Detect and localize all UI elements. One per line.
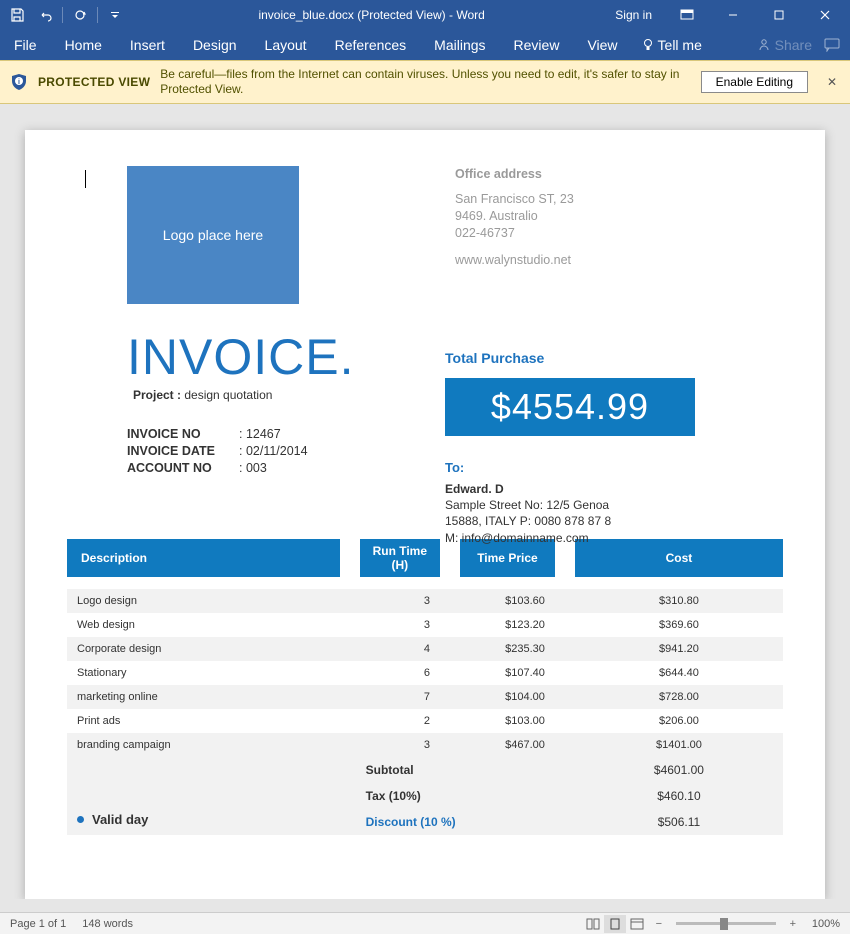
total-row: Tax (10%)$460.10 xyxy=(67,783,783,809)
window-title: invoice_blue.docx (Protected View) - Wor… xyxy=(128,8,615,22)
protected-view-title: PROTECTED VIEW xyxy=(38,75,150,89)
quick-access-toolbar xyxy=(0,4,128,26)
tab-references[interactable]: References xyxy=(321,30,421,60)
page-count[interactable]: Page 1 of 1 xyxy=(10,918,66,930)
word-count[interactable]: 148 words xyxy=(82,918,133,930)
col-description: Description xyxy=(67,539,340,577)
col-runtime: Run Time (H) xyxy=(360,539,440,577)
bullet-icon xyxy=(77,816,84,823)
svg-text:i: i xyxy=(18,79,20,86)
close-button[interactable] xyxy=(804,0,846,30)
close-bar-icon[interactable]: ✕ xyxy=(824,75,840,89)
line-items-table: Description Run Time (H) Time Price Cost… xyxy=(67,539,783,835)
tell-me[interactable]: Tell me xyxy=(642,37,702,53)
total-row: Discount (10 %)$506.11 xyxy=(67,809,783,835)
valid-day: Valid day xyxy=(77,812,148,827)
total-purchase-value: $4554.99 xyxy=(445,378,695,436)
protected-view-message: Be careful—files from the Internet can c… xyxy=(160,67,690,97)
zoom-out-button[interactable]: − xyxy=(648,915,670,933)
zoom-level[interactable]: 100% xyxy=(812,918,840,930)
comments-icon[interactable] xyxy=(824,38,840,52)
protected-view-bar: i PROTECTED VIEW Be careful—files from t… xyxy=(0,60,850,104)
ribbon-display-options-icon[interactable] xyxy=(666,0,708,30)
tab-review[interactable]: Review xyxy=(500,30,574,60)
table-row: Logo design3$103.60$310.80 xyxy=(67,589,783,613)
page: Logo place here Office address San Franc… xyxy=(25,130,825,899)
tab-mailings[interactable]: Mailings xyxy=(420,30,499,60)
save-icon[interactable] xyxy=(4,4,30,26)
line-items-table-wrap: Description Run Time (H) Time Price Cost… xyxy=(67,539,783,835)
table-row: Corporate design4$235.30$941.20 xyxy=(67,637,783,661)
status-bar: Page 1 of 1 148 words − + 100% xyxy=(0,912,850,934)
office-address: Office address San Francisco ST, 23 9469… xyxy=(455,166,574,304)
enable-editing-button[interactable]: Enable Editing xyxy=(701,71,808,93)
logo-placeholder: Logo place here xyxy=(127,166,299,304)
tab-file[interactable]: File xyxy=(0,30,51,60)
bulb-icon xyxy=(642,38,654,52)
signin-link[interactable]: Sign in xyxy=(615,8,652,22)
zoom-in-button[interactable]: + xyxy=(782,915,804,933)
table-row: branding campaign3$467.00$1401.00 xyxy=(67,733,783,757)
recipient-block: To: Edward. D Sample Street No: 12/5 Gen… xyxy=(445,460,775,546)
total-purchase-block: Total Purchase $4554.99 xyxy=(445,350,755,436)
redo-icon[interactable] xyxy=(67,4,93,26)
zoom-slider[interactable] xyxy=(676,922,776,925)
text-cursor xyxy=(85,170,86,188)
tab-insert[interactable]: Insert xyxy=(116,30,179,60)
print-layout-icon[interactable] xyxy=(604,915,626,933)
undo-icon[interactable] xyxy=(32,4,58,26)
web-layout-icon[interactable] xyxy=(626,915,648,933)
table-row: Stationary6$107.40$644.40 xyxy=(67,661,783,685)
read-mode-icon[interactable] xyxy=(582,915,604,933)
table-row: Web design3$123.20$369.60 xyxy=(67,613,783,637)
minimize-button[interactable] xyxy=(712,0,754,30)
tab-home[interactable]: Home xyxy=(51,30,116,60)
tab-design[interactable]: Design xyxy=(179,30,251,60)
maximize-button[interactable] xyxy=(758,0,800,30)
document-area[interactable]: Logo place here Office address San Franc… xyxy=(0,104,850,899)
invoice-details: INVOICE NO: 12467 INVOICE DATE: 02/11/20… xyxy=(127,426,308,477)
title-bar: invoice_blue.docx (Protected View) - Wor… xyxy=(0,0,850,30)
ribbon-tabs: File Home Insert Design Layout Reference… xyxy=(0,30,850,60)
customize-qat-icon[interactable] xyxy=(102,4,128,26)
table-row: marketing online7$104.00$728.00 xyxy=(67,685,783,709)
tab-view[interactable]: View xyxy=(573,30,631,60)
table-row: Print ads2$103.00$206.00 xyxy=(67,709,783,733)
shield-icon: i xyxy=(10,73,28,91)
share-button[interactable]: Share xyxy=(757,37,812,53)
tab-layout[interactable]: Layout xyxy=(251,30,321,60)
total-row: Subtotal$4601.00 xyxy=(67,757,783,783)
